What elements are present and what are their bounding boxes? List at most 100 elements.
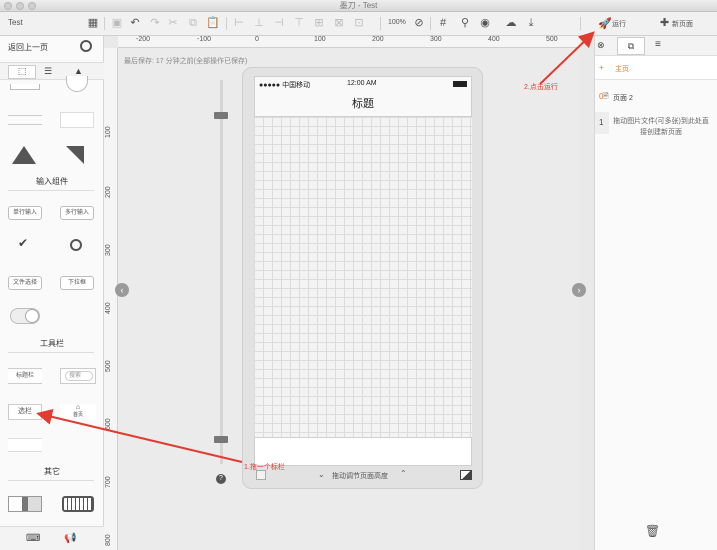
grid-menu-icon[interactable]: ▦	[86, 16, 100, 30]
keyboard-icon[interactable]	[62, 496, 94, 512]
triangle-shape[interactable]	[12, 146, 36, 164]
section-input-title: 输入组件	[36, 177, 68, 186]
single-line-input-component[interactable]: 单行输入	[8, 206, 42, 220]
save-icon[interactable]: ▣	[110, 16, 124, 30]
line-shape[interactable]	[8, 115, 42, 125]
right-triangle-shape[interactable]	[66, 146, 84, 164]
multi-line-input-component[interactable]: 多行输入	[60, 206, 94, 220]
pages-panel: ⊗ ⧉ ≡ + 主页 0 🗎 页面 2 1 拖动图片文件(可多张)到此处直接创建…	[594, 36, 717, 550]
page-label-home: 主页	[615, 66, 629, 73]
megaphone-icon[interactable]: 📢	[64, 533, 76, 544]
section-toolbar-title: 工具栏	[40, 339, 64, 348]
home-tab-component[interactable]: ⌂ 首页	[60, 404, 96, 420]
new-page-button[interactable]: 新页面	[672, 19, 693, 29]
circle-shape[interactable]	[66, 76, 88, 92]
toolbar: Test ▦ ▣ ↶ ↷ ✂ ⧉ 📋 ⊢ ⊥ ⊣ ⊤ ⊞ ⊠ ⊡ 100% ⊘ …	[0, 12, 717, 36]
back-button[interactable]: 返回上一页	[8, 42, 48, 53]
rocket-icon[interactable]: 🚀	[598, 17, 612, 30]
pages-tab-icon[interactable]: ⧉	[617, 37, 645, 55]
project-name: Test	[8, 18, 23, 27]
drop-hint-gutter: 1	[595, 112, 609, 134]
image-icon[interactable]	[460, 470, 472, 480]
cube-icon[interactable]: ⬚	[8, 65, 36, 79]
shapes-icon[interactable]: ▲	[74, 66, 83, 76]
dropdown-component[interactable]: 下拉框	[60, 276, 94, 290]
left-panel-footer: ⌨ 📢	[0, 526, 104, 550]
align-right-icon[interactable]: ⊣	[272, 16, 286, 30]
page-label-2: 页面 2	[613, 95, 633, 102]
ruler-tick: 200	[105, 186, 112, 198]
plus-icon[interactable]: ✚	[660, 16, 669, 29]
file-select-component[interactable]: 文件选择	[8, 276, 42, 290]
undo-icon[interactable]: ↶	[128, 16, 142, 30]
vertical-ruler: 100 200 300 400 500 600 700 800	[104, 48, 118, 550]
tab-bar-component[interactable]: 选栏	[8, 404, 42, 420]
database-icon[interactable]: ☰	[44, 66, 52, 77]
drop-images-hint: 拖动图片文件(可多张)到此处直接创建新页面	[613, 118, 709, 136]
page-row-home[interactable]: + 主页	[595, 56, 717, 80]
component-tabs: ⬚ ☰ ▲	[0, 62, 104, 80]
minimize-window-button[interactable]	[16, 2, 24, 10]
grid-icon[interactable]: #	[436, 16, 450, 30]
zoom-level[interactable]: 100%	[388, 19, 406, 26]
title-bar-component[interactable]: 标题栏	[8, 368, 42, 384]
bar-component[interactable]	[8, 438, 42, 452]
cut-icon[interactable]: ✂	[166, 16, 180, 30]
link-icon[interactable]: ⚲	[458, 16, 472, 30]
drop-hint-number: 1	[599, 118, 604, 127]
target-tab-icon[interactable]: ⊗	[597, 40, 605, 51]
no-entry-icon[interactable]: ⊘	[412, 16, 426, 30]
align-top-icon[interactable]: ⊤	[292, 16, 306, 30]
target-icon[interactable]	[80, 40, 92, 52]
rectangle-shape[interactable]	[10, 84, 40, 90]
ruler-tick: 400	[488, 36, 500, 43]
page-row-2[interactable]: 0 🗎 页面 2	[595, 86, 717, 108]
trash-icon[interactable]: 🗑	[645, 524, 660, 538]
distribute-icon[interactable]: ⊞	[312, 16, 326, 30]
paste-icon[interactable]: 📋	[206, 16, 220, 30]
status-time: 12:00 AM	[347, 80, 377, 87]
ruler-tick: 300	[430, 36, 442, 43]
cloud-upload-icon[interactable]: ☁	[504, 16, 518, 30]
next-page-icon[interactable]: ›	[572, 283, 586, 297]
prev-page-icon[interactable]: ‹	[115, 283, 129, 297]
box-shape[interactable]	[60, 112, 94, 128]
toggle-switch[interactable]	[10, 308, 40, 324]
phone-content-grid[interactable]	[254, 116, 472, 438]
keyboard-footer-icon[interactable]: ⌨	[26, 533, 40, 544]
zoom-window-button[interactable]	[28, 2, 36, 10]
page-title: 标题	[352, 98, 374, 110]
copy-icon[interactable]: ⧉	[186, 16, 200, 30]
search-component[interactable]: 搜索	[60, 368, 96, 384]
run-button[interactable]: 运行	[612, 19, 626, 29]
download-icon[interactable]: ⤓	[524, 16, 538, 30]
slider-handle-top[interactable]	[214, 112, 228, 119]
ungroup-icon[interactable]: ⊡	[352, 16, 366, 30]
close-window-button[interactable]	[4, 2, 12, 10]
chevron-up-icon[interactable]: ⌃	[400, 469, 407, 478]
ruler-tick: 300	[105, 244, 112, 256]
align-center-icon[interactable]: ⊥	[252, 16, 266, 30]
menu-tab-icon[interactable]: ≡	[655, 39, 661, 50]
horizontal-ruler: -200 -100 0 100 200 300 400 500	[118, 36, 580, 48]
align-left-icon[interactable]: ⊢	[232, 16, 246, 30]
radio-icon[interactable]	[70, 239, 82, 251]
chevron-down-icon[interactable]: ⌄	[318, 470, 325, 479]
help-icon[interactable]: ?	[216, 474, 226, 484]
ruler-tick: 600	[105, 418, 112, 430]
height-slider-track[interactable]	[220, 80, 223, 464]
component-panel: 返回上一页 ⬚ ☰ ▲ 输入组件 单行输入 多行输入 ✔ 文件选择 下拉框 工具…	[0, 36, 104, 550]
checkbox-check-icon[interactable]: ✔	[18, 236, 28, 250]
phone-nav-bar: ●●●●● 中国移动 12:00 AM 标题	[255, 77, 471, 117]
redo-icon[interactable]: ↷	[148, 16, 162, 30]
annotation-click-run: 2.点击运行	[524, 84, 558, 91]
slider-handle-bottom[interactable]	[214, 436, 228, 443]
ruler-tick: 800	[105, 534, 112, 546]
page-add-icon[interactable]: +	[599, 63, 604, 72]
group-icon[interactable]: ⊠	[332, 16, 346, 30]
ruler-tick: 100	[314, 36, 326, 43]
pages-panel-tabs: ⊗ ⧉ ≡	[595, 36, 717, 56]
media-component[interactable]	[8, 496, 42, 512]
preview-eye-icon[interactable]: ◉	[478, 16, 492, 30]
annotation-drag-bar: 1.拖一个标栏	[244, 464, 285, 471]
